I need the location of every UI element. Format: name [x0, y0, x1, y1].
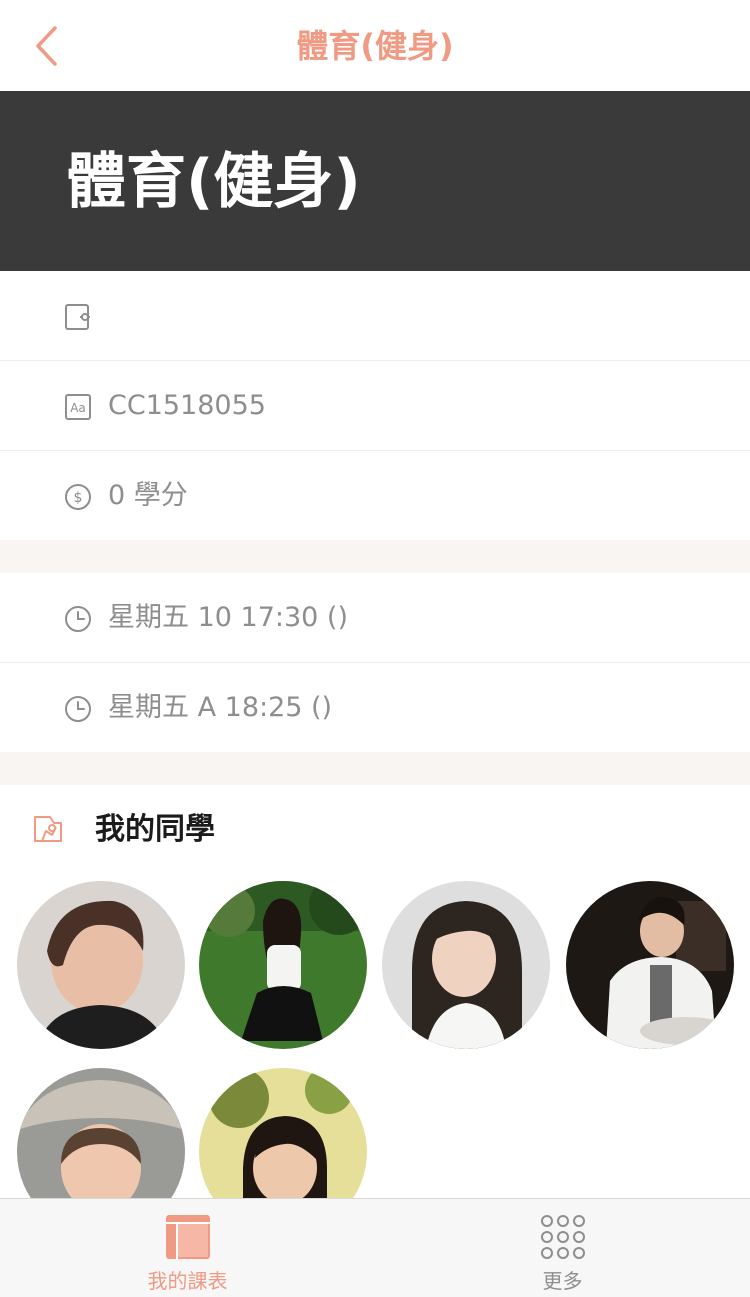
clock-icon: [65, 696, 91, 722]
classmate-avatar[interactable]: [17, 881, 185, 1049]
tab-label: 我的課表: [147, 1269, 228, 1293]
clock-icon: [65, 606, 91, 632]
timetable-icon: [165, 1215, 210, 1259]
avatar-photo: [566, 881, 734, 1049]
credits-text: 0 學分: [108, 480, 188, 511]
classmate-avatar[interactable]: [199, 881, 367, 1049]
schedule-text: 星期五 A 18:25 (): [108, 692, 333, 723]
tab-my-timetable[interactable]: 我的課表: [0, 1199, 375, 1297]
avatar-photo: [199, 881, 367, 1049]
schedule-row: 星期五 A 18:25 (): [0, 663, 750, 753]
dollar-coin-icon: $: [65, 484, 91, 510]
avatar-photo: [382, 881, 550, 1049]
page-title: 體育(健身): [296, 27, 454, 65]
tab-label: 更多: [542, 1269, 583, 1293]
schedule-text: 星期五 10 17:30 (): [108, 602, 348, 633]
course-code-row: Aa CC1518055: [0, 361, 750, 451]
section-gap: [0, 752, 750, 785]
course-title: 體育(健身): [66, 147, 361, 217]
tab-more[interactable]: 更多: [375, 1199, 750, 1297]
classmates-title: 我的同學: [95, 812, 215, 847]
door-icon: [65, 304, 90, 330]
classmate-avatar[interactable]: [382, 881, 550, 1049]
course-code-text: CC1518055: [108, 390, 266, 421]
avatar-photo: [17, 881, 185, 1049]
course-banner: 體育(健身): [0, 91, 750, 271]
people-icon: [34, 816, 62, 842]
classmate-avatar[interactable]: [566, 881, 734, 1049]
schedule-row: 星期五 10 17:30 (): [0, 573, 750, 663]
svg-text:$: $: [74, 490, 83, 506]
tab-bar: 我的課表 更多: [0, 1198, 750, 1297]
credits-row: $ 0 學分: [0, 451, 750, 541]
room-row: [0, 271, 750, 361]
classmates-header: 我的同學: [0, 785, 750, 875]
text-aa-icon: Aa: [65, 394, 91, 420]
svg-text:Aa: Aa: [70, 401, 86, 415]
grid-dots-icon: [540, 1215, 585, 1259]
navigation-bar: 體育(健身): [0, 0, 750, 91]
section-gap: [0, 540, 750, 573]
